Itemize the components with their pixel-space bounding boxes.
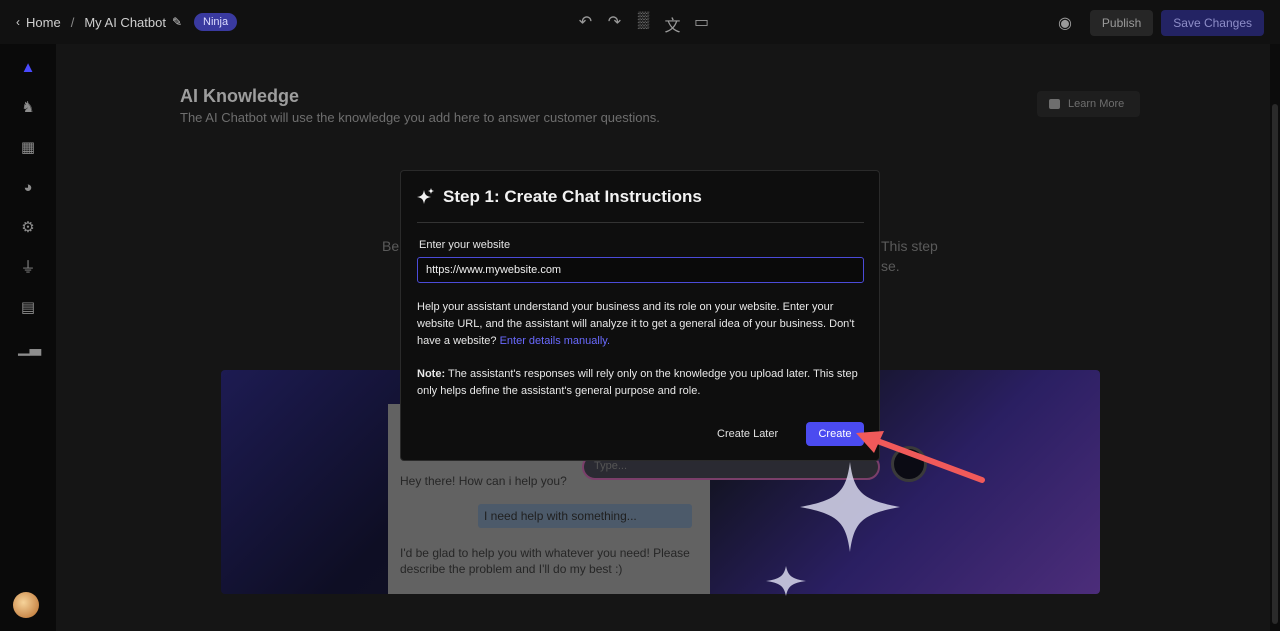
learn-more-label: Learn More	[1068, 98, 1125, 110]
user-message: I need help with something...	[478, 504, 692, 528]
note-label: Note:	[417, 368, 446, 380]
bar-chart-icon[interactable]: ▁▃	[18, 338, 41, 358]
help-text-body: Help your assistant understand your busi…	[417, 301, 855, 347]
background-text-fragment: Be	[382, 238, 400, 254]
bot-message: I'd be glad to help you with whatever yo…	[400, 546, 690, 576]
website-url-input[interactable]	[417, 257, 864, 283]
save-changes-button[interactable]: Save Changes	[1161, 10, 1264, 36]
divider	[417, 222, 864, 223]
note-text: Note: The assistant's responses will rel…	[417, 366, 869, 400]
top-bar: ‹ Home / My AI Chatbot ✎ Ninja ↶ ↷ ▒ 文 ▭…	[0, 0, 1280, 44]
annotation-arrow	[856, 431, 985, 483]
left-sidebar: ▲ ♞ ▦ ◕ ⚙ ⏚ ▤ ▁▃	[0, 44, 56, 631]
editor-toolbar: ↶ ↷ ▒ 文 ▭	[576, 12, 711, 36]
breadcrumb: ‹ Home / My AI Chatbot ✎ Ninja	[16, 0, 238, 44]
enter-details-manually-link[interactable]: Enter details manually.	[500, 335, 610, 347]
website-field-label: Enter your website	[419, 239, 511, 251]
palette-icon[interactable]: ◕	[18, 178, 38, 198]
chevron-left-icon[interactable]: ‹	[16, 15, 20, 29]
page-title: AI Knowledge	[180, 86, 300, 106]
breadcrumb-separator: /	[70, 14, 75, 30]
create-instructions-modal: Step 1: Create Chat Instructions Enter y…	[400, 170, 880, 461]
pencil-icon[interactable]: ✎	[172, 15, 182, 29]
publish-button[interactable]: Publish	[1089, 10, 1154, 36]
sparkle-icon	[766, 566, 806, 596]
gear-icon[interactable]: ⚙	[18, 218, 38, 238]
modal-header: Step 1: Create Chat Instructions	[417, 187, 702, 207]
calendar-icon[interactable]: ▤	[18, 298, 38, 318]
sparkles-icon	[417, 188, 434, 204]
scrollbar-thumb[interactable]	[1272, 104, 1278, 624]
table-icon[interactable]: ▦	[18, 138, 38, 158]
plan-badge: Ninja	[194, 13, 238, 31]
eye-icon[interactable]: ◉	[1058, 13, 1072, 33]
create-later-button[interactable]: Create Later	[717, 423, 778, 445]
chess-knight-icon[interactable]: ♞	[18, 98, 38, 118]
undo-icon[interactable]: ↶	[576, 12, 595, 36]
bot-message: Hey there! How can i help you?	[400, 474, 567, 488]
page-subtitle: The AI Chatbot will use the knowledge yo…	[180, 110, 660, 125]
modal-title: Step 1: Create Chat Instructions	[443, 187, 702, 206]
redo-icon[interactable]: ↷	[605, 12, 624, 36]
plug-icon[interactable]: ⏚	[18, 258, 38, 278]
translate-icon[interactable]: 文	[663, 12, 682, 36]
page-name[interactable]: My AI Chatbot	[84, 15, 166, 30]
help-text: Help your assistant understand your busi…	[417, 299, 869, 350]
home-link[interactable]: Home	[26, 15, 61, 30]
background-text-fragment: This step	[881, 238, 938, 254]
avatar[interactable]	[13, 592, 39, 618]
chat-bubble-icon	[1049, 99, 1060, 109]
learn-more-button[interactable]: Learn More	[1037, 91, 1140, 117]
note-body: The assistant's responses will rely only…	[417, 368, 858, 397]
background-text-fragment: se.	[881, 258, 900, 274]
graduation-cap-icon[interactable]: ▲	[18, 58, 38, 78]
monitor-icon[interactable]: ▭	[692, 12, 711, 36]
scrollbar[interactable]	[1270, 44, 1280, 631]
top-actions: ◉ Publish Save Changes	[1058, 10, 1264, 36]
paint-roller-icon[interactable]: ▒	[634, 12, 653, 36]
